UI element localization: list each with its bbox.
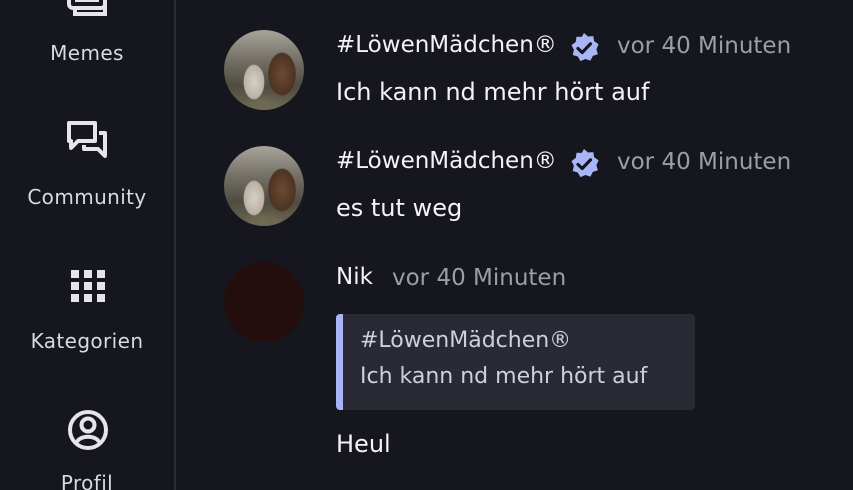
quote-author: #LöwenMädchen® [360, 328, 572, 353]
memes-icon [66, 0, 110, 24]
message-author[interactable]: Nik [336, 264, 373, 290]
message-text: Heul [336, 430, 391, 458]
grid-icon [66, 266, 110, 310]
sidebar-item-community[interactable]: Community [0, 120, 174, 220]
sidebar-item-label: Community [27, 185, 147, 209]
verified-badge-icon [568, 148, 600, 180]
chat-message: #LöwenMädchen® vor 40 Minuten es tut weg [176, 146, 853, 246]
sidebar-item-label: Memes [50, 41, 124, 65]
verified-badge-icon [568, 32, 600, 64]
sidebar-item-label: Kategorien [30, 329, 144, 353]
chat-feed: #LöwenMädchen® vor 40 Minuten Ich kann n… [176, 0, 853, 490]
chat-message: #LöwenMädchen® vor 40 Minuten Ich kann n… [176, 30, 853, 130]
message-text: es tut weg [336, 194, 463, 222]
sidebar-nav: Memes Community Kategorien Profil [0, 0, 174, 490]
message-timestamp: vor 40 Minuten [617, 33, 792, 59]
message-text: Ich kann nd mehr hört auf [336, 78, 650, 106]
quote-accent-bar [336, 314, 343, 410]
message-author[interactable]: #LöwenMädchen® [336, 148, 557, 174]
message-author[interactable]: #LöwenMädchen® [336, 32, 557, 58]
profile-icon [66, 408, 110, 452]
sidebar-item-kategorien[interactable]: Kategorien [0, 266, 174, 366]
avatar[interactable] [224, 146, 304, 226]
avatar[interactable] [224, 30, 304, 110]
quote-text: Ich kann nd mehr hört auf [360, 364, 648, 389]
app-root: Memes Community Kategorien Profil #Löwen… [0, 0, 853, 490]
community-icon [66, 120, 110, 164]
message-timestamp: vor 40 Minuten [392, 265, 567, 291]
sidebar-item-profil[interactable]: Profil [0, 408, 174, 490]
avatar[interactable] [224, 262, 304, 342]
sidebar-item-label: Profil [60, 471, 114, 490]
message-timestamp: vor 40 Minuten [617, 149, 792, 175]
quoted-reply[interactable]: #LöwenMädchen® Ich kann nd mehr hört auf [336, 314, 695, 410]
sidebar-item-memes[interactable]: Memes [0, 0, 174, 80]
chat-message: Nik vor 40 Minuten #LöwenMädchen® Ich ka… [176, 262, 853, 490]
